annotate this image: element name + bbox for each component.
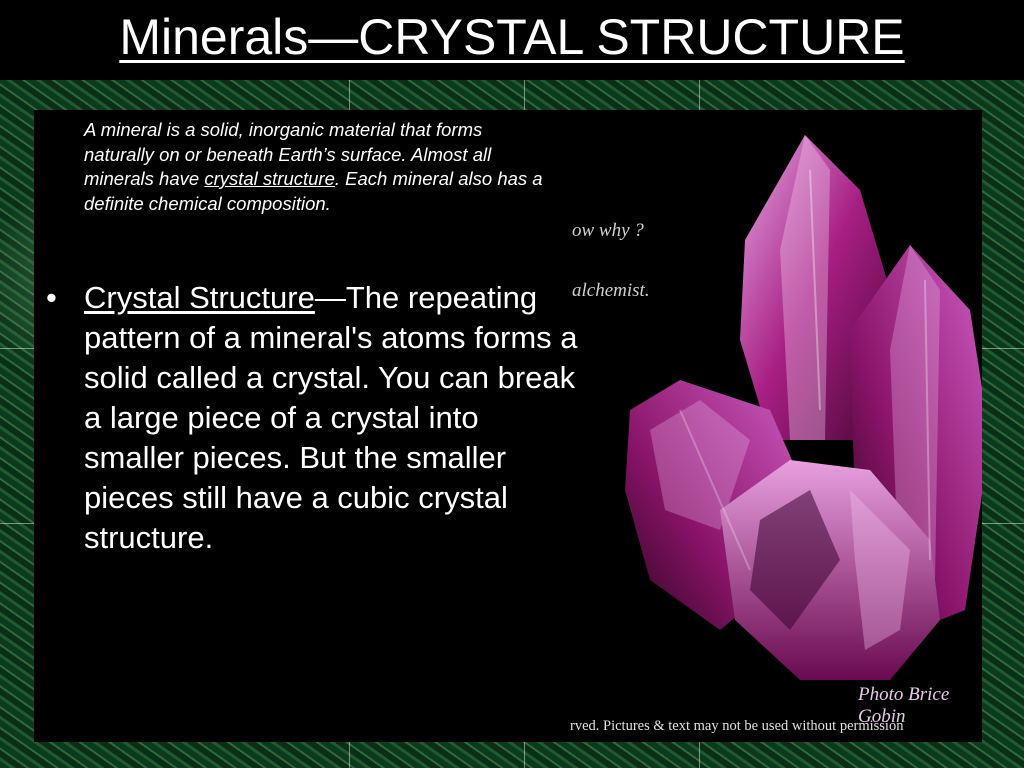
content-panel: ow why ? alchemist. Photo Brice Gobin rv… [34, 110, 982, 742]
bullet-item: • Crystal Structure—The repeating pattern… [44, 278, 584, 558]
bullet-text: —The repeating pattern of a mineral's at… [84, 280, 578, 555]
crystal-structure-link[interactable]: crystal structure [204, 168, 335, 189]
photo-overlay-text: ow why ? [572, 220, 644, 241]
photo-rights-notice: rved. Pictures & text may not be used wi… [570, 718, 904, 734]
slide-title: Minerals—CRYSTAL STRUCTURE [119, 9, 905, 65]
bullet-dot: • [46, 280, 57, 315]
amethyst-photo: ow why ? alchemist. Photo Brice Gobin rv… [570, 110, 982, 742]
bullet-term-link[interactable]: Crystal Structure [84, 280, 315, 315]
title-bar: Minerals—CRYSTAL STRUCTURE [0, 0, 1024, 80]
bullet-list: • Crystal Structure—The repeating pattern… [44, 278, 584, 558]
crystal-illustration [625, 135, 982, 680]
intro-paragraph: A mineral is a solid, inorganic material… [84, 118, 554, 216]
